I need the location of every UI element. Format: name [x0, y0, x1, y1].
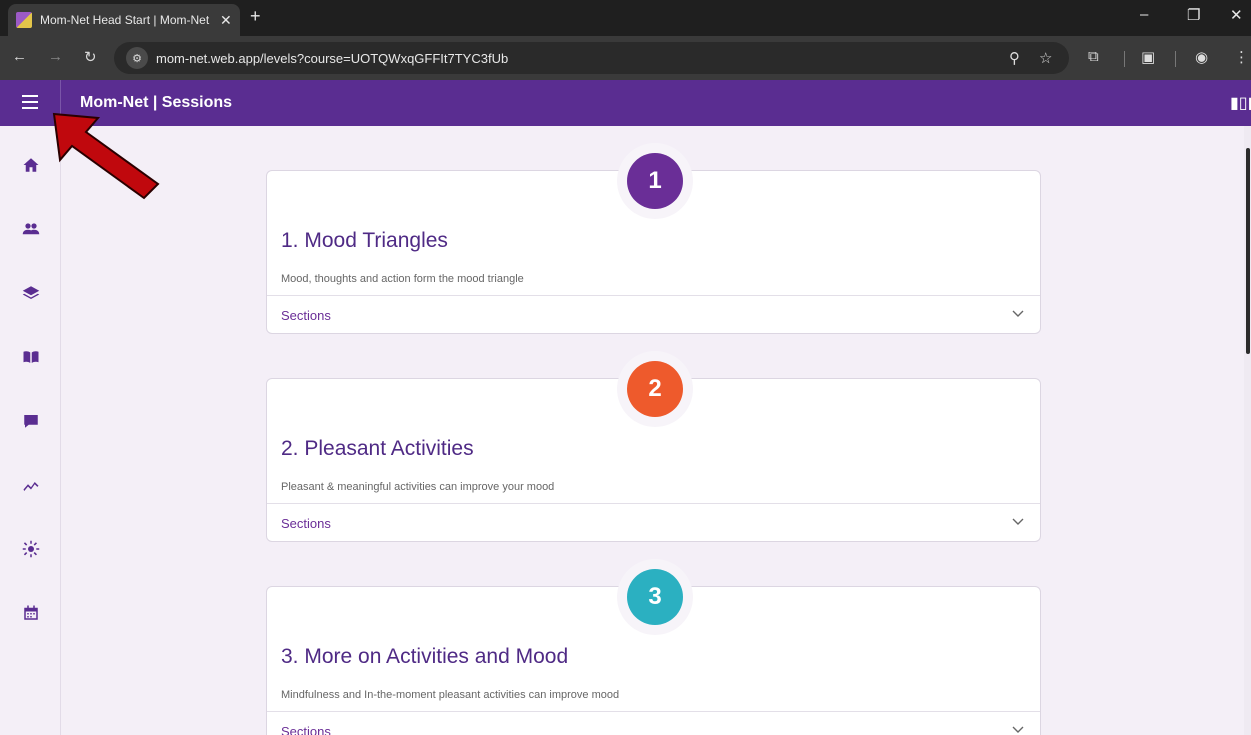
session-number: 1: [627, 153, 683, 209]
address-bar[interactable]: ⚙ mom-net.web.app/levels?course=UOTQWxqG…: [114, 42, 1069, 74]
trend-icon[interactable]: [20, 474, 42, 496]
sections-expander[interactable]: Sections: [267, 295, 1040, 334]
media-icon[interactable]: ▣: [1141, 48, 1155, 66]
sections-label: Sections: [281, 308, 331, 323]
bookmark-star-icon[interactable]: ☆: [1039, 49, 1052, 67]
session-title[interactable]: 1. Mood Triangles: [281, 229, 448, 253]
app-header: Mom-Net | Sessions ▮▯▮: [0, 80, 1251, 126]
toolbar-divider: [1124, 51, 1125, 67]
session-description: Mindfulness and In-the-moment pleasant a…: [281, 689, 620, 701]
sessions-list: 1 1. Mood Triangles Mood, thoughts and a…: [61, 126, 1251, 735]
sections-expander[interactable]: Sections: [267, 711, 1040, 735]
sun-icon[interactable]: [20, 538, 42, 560]
hamburger-menu-icon[interactable]: [22, 95, 38, 109]
site-favicon-icon: [16, 12, 32, 28]
profile-icon[interactable]: ◉: [1195, 48, 1208, 66]
tab-close-icon[interactable]: ✕: [220, 12, 232, 29]
session-title[interactable]: 3. More on Activities and Mood: [281, 645, 568, 669]
annotation-arrow-icon: [52, 112, 160, 200]
calendar-icon[interactable]: [20, 602, 42, 624]
reload-icon[interactable]: ↻: [84, 48, 97, 66]
session-card: 1 1. Mood Triangles Mood, thoughts and a…: [266, 143, 1041, 334]
session-card: 2 2. Pleasant Activities Pleasant & mean…: [266, 351, 1041, 542]
browser-toolbar: ← → ↻ ⚙ mom-net.web.app/levels?course=UO…: [0, 36, 1251, 80]
scrollbar-thumb[interactable]: [1246, 148, 1250, 354]
chevron-down-icon[interactable]: [1012, 722, 1024, 734]
session-number-badge: 2: [617, 351, 693, 427]
menu-kebab-icon[interactable]: ⋮: [1234, 48, 1249, 66]
session-number: 3: [627, 569, 683, 625]
sidebar: [0, 126, 61, 735]
zoom-icon[interactable]: ⚲: [1009, 49, 1020, 67]
chevron-down-icon[interactable]: [1012, 306, 1024, 318]
site-info-icon[interactable]: ⚙: [126, 47, 148, 69]
tab-title: Mom-Net Head Start | Mom-Net: [40, 13, 210, 27]
sections-label: Sections: [281, 724, 331, 735]
book-icon[interactable]: [20, 346, 42, 368]
session-description: Mood, thoughts and action form the mood …: [281, 273, 524, 285]
session-number-badge: 3: [617, 559, 693, 635]
session-number: 2: [627, 361, 683, 417]
browser-tabbar: Mom-Net Head Start | Mom-Net ✕ + – ❐ ✕: [0, 0, 1251, 36]
url-text: mom-net.web.app/levels?course=UOTQWxqGFF…: [156, 50, 509, 66]
layers-icon[interactable]: [20, 282, 42, 304]
session-number-badge: 1: [617, 143, 693, 219]
back-icon[interactable]: ←: [12, 48, 27, 65]
forward-icon[interactable]: →: [48, 48, 63, 65]
restore-icon[interactable]: ❐: [1187, 6, 1200, 24]
session-description: Pleasant & meaningful activities can imp…: [281, 481, 555, 493]
browser-tab[interactable]: Mom-Net Head Start | Mom-Net ✕: [8, 4, 240, 36]
toolbar-divider: [1175, 51, 1176, 67]
session-card: 3 3. More on Activities and Mood Mindful…: [266, 559, 1041, 735]
extensions-icon[interactable]: ⧉: [1088, 48, 1099, 65]
new-tab-button[interactable]: +: [250, 6, 261, 27]
home-icon[interactable]: [20, 154, 42, 176]
sections-label: Sections: [281, 516, 331, 531]
library-icon[interactable]: ▮▯▮: [1230, 93, 1251, 113]
sections-expander[interactable]: Sections: [267, 503, 1040, 542]
chevron-down-icon[interactable]: [1012, 514, 1024, 526]
chat-icon[interactable]: [20, 410, 42, 432]
people-icon[interactable]: [20, 218, 42, 240]
window-close-icon[interactable]: ✕: [1230, 6, 1243, 24]
minimize-icon[interactable]: –: [1140, 6, 1148, 23]
session-title[interactable]: 2. Pleasant Activities: [281, 437, 474, 461]
